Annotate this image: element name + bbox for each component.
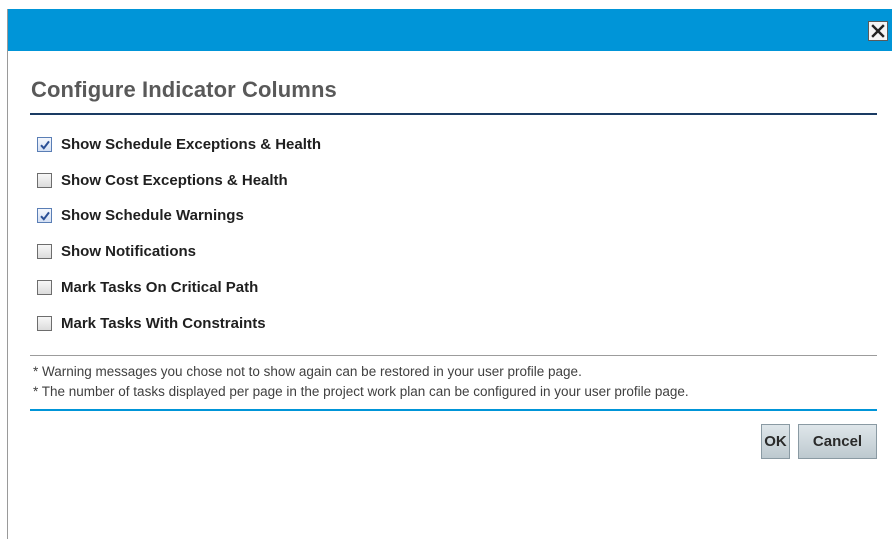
dialog-titlebar xyxy=(8,9,892,51)
title-divider xyxy=(30,113,877,115)
option-label: Show Schedule Exceptions & Health xyxy=(61,135,322,153)
option-label: Show Schedule Warnings xyxy=(61,206,244,224)
page-background xyxy=(0,0,892,9)
ok-button[interactable]: OK xyxy=(761,424,790,459)
footer-divider xyxy=(30,409,877,411)
checkbox-show-schedule-exceptions[interactable] xyxy=(37,136,52,152)
checkbox-show-cost-exceptions[interactable] xyxy=(37,172,52,188)
close-button[interactable] xyxy=(868,21,888,41)
option-label: Show Notifications xyxy=(61,242,196,260)
close-icon xyxy=(869,22,887,40)
notes-divider xyxy=(30,355,877,356)
option-show-cost-exceptions[interactable]: Show Cost Exceptions & Health xyxy=(37,169,288,191)
checkbox-mark-constraints[interactable] xyxy=(37,315,52,331)
checkmark-icon xyxy=(40,211,50,221)
option-show-schedule-exceptions[interactable]: Show Schedule Exceptions & Health xyxy=(37,133,321,155)
configure-indicator-columns-dialog: Configure Indicator Columns Show Schedul… xyxy=(7,9,892,539)
option-label: Show Cost Exceptions & Health xyxy=(61,171,288,189)
checkmark-icon xyxy=(40,140,50,150)
option-label: Mark Tasks With Constraints xyxy=(61,314,266,332)
dialog-title: Configure Indicator Columns xyxy=(31,77,337,102)
note-warning-messages: * Warning messages you chose not to show… xyxy=(33,364,582,379)
cancel-button[interactable]: Cancel xyxy=(798,424,877,459)
checkbox-show-schedule-warnings[interactable] xyxy=(37,207,52,223)
option-mark-constraints[interactable]: Mark Tasks With Constraints xyxy=(37,312,266,334)
checkbox-show-notifications[interactable] xyxy=(37,243,52,259)
option-show-notifications[interactable]: Show Notifications xyxy=(37,240,196,262)
note-tasks-per-page: * The number of tasks displayed per page… xyxy=(33,384,689,399)
option-label: Mark Tasks On Critical Path xyxy=(61,278,259,296)
checkbox-mark-critical-path[interactable] xyxy=(37,279,52,295)
option-show-schedule-warnings[interactable]: Show Schedule Warnings xyxy=(37,204,244,226)
option-mark-critical-path[interactable]: Mark Tasks On Critical Path xyxy=(37,276,258,298)
